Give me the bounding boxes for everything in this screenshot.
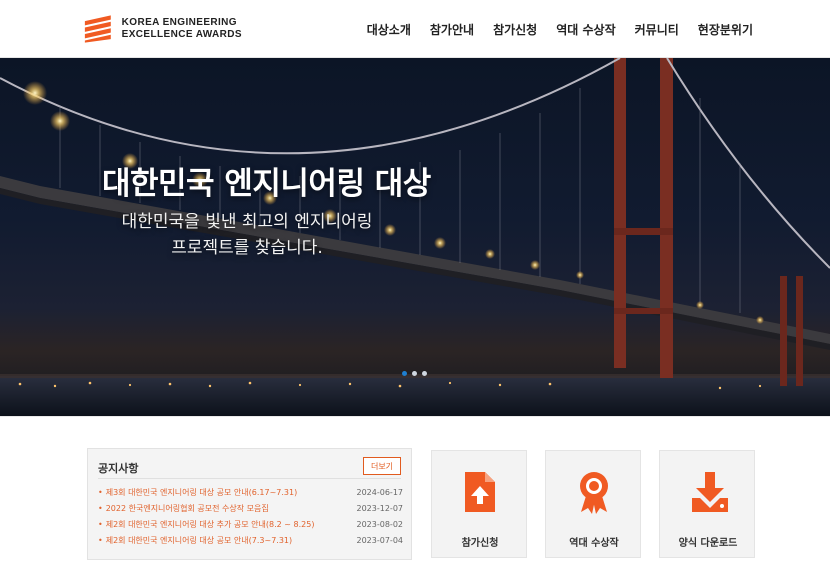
notice-item: 제2회 대한민국 엔지니어링 대상 추가 공모 안내(8.2 ~ 8.25) 2…	[98, 517, 403, 533]
notice-date: 2023-12-07	[356, 504, 404, 513]
site-logo[interactable]: KOREA ENGINEERING EXCELLENCE AWARDS	[82, 9, 242, 49]
nav-item-gallery[interactable]: 현장분위기	[698, 21, 753, 38]
slider-dot-1[interactable]	[402, 371, 407, 376]
notice-item: 제2회 대한민국 엔지니어링 대상 공모 안내(7.3~7.31) 2023-0…	[98, 533, 403, 549]
quick-link-label: 역대 수상작	[569, 538, 619, 549]
file-upload-icon	[465, 472, 495, 512]
notice-divider	[98, 478, 401, 479]
quick-link-download[interactable]: 양식 다운로드	[659, 450, 755, 558]
logo-line-2: EXCELLENCE AWARDS	[121, 29, 242, 40]
notice-link[interactable]: 제3회 대한민국 엔지니어링 대상 공모 안내(6.17~7.31)	[98, 485, 298, 501]
quick-link-label: 양식 다운로드	[678, 538, 738, 549]
notice-item: 2022 한국엔지니어링협회 공모전 수상작 모음집 2023-12-07	[98, 501, 403, 517]
hero-subtitle-line-2: 프로젝트를 찾습니다.	[171, 238, 323, 258]
nav-item-guide[interactable]: 참가안내	[430, 21, 474, 38]
notice-item: 제3회 대한민국 엔지니어링 대상 공모 안내(6.17~7.31) 2024-…	[98, 485, 403, 501]
site-header: KOREA ENGINEERING EXCELLENCE AWARDS 대상소개…	[0, 0, 830, 58]
notice-date: 2024-06-17	[356, 488, 404, 497]
hero-subtitle-line-1: 대한민국을 빛낸 최고의 엔지니어링	[121, 212, 373, 232]
slider-dots	[402, 371, 427, 376]
more-button[interactable]: 더보기	[363, 457, 401, 475]
hero-title: 대한민국 엔지니어링 대상	[102, 166, 431, 202]
nav-item-community[interactable]: 커뮤니티	[635, 21, 679, 38]
main-nav: 대상소개 참가안내 참가신청 역대 수상작 커뮤니티 현장분위기	[367, 0, 753, 58]
quick-link-winners[interactable]: 역대 수상작	[545, 450, 641, 558]
notice-link[interactable]: 2022 한국엔지니어링협회 공모전 수상작 모음집	[98, 501, 269, 517]
hero-banner[interactable]: 대한민국 엔지니어링 대상 대한민국을 빛낸 최고의 엔지니어링 프로젝트를 찾…	[0, 58, 830, 416]
nav-item-winners[interactable]: 역대 수상작	[556, 21, 615, 38]
notice-date: 2023-07-04	[356, 536, 404, 545]
quick-link-apply[interactable]: 참가신청	[431, 450, 527, 558]
logo-text: KOREA ENGINEERING EXCELLENCE AWARDS	[122, 17, 242, 41]
award-badge-icon	[580, 472, 608, 514]
notice-link[interactable]: 제2회 대한민국 엔지니어링 대상 추가 공모 안내(8.2 ~ 8.25)	[98, 517, 315, 533]
notice-board: 공지사항 더보기 제3회 대한민국 엔지니어링 대상 공모 안내(6.17~7.…	[87, 448, 412, 560]
slider-dot-3[interactable]	[422, 371, 427, 376]
notice-list: 제3회 대한민국 엔지니어링 대상 공모 안내(6.17~7.31) 2024-…	[98, 485, 403, 549]
bottom-section: 공지사항 더보기 제3회 대한민국 엔지니어링 대상 공모 안내(6.17~7.…	[0, 416, 830, 564]
logo-mark-icon	[84, 15, 111, 43]
quick-link-label: 참가신청	[461, 538, 499, 549]
hero-subtitle: 대한민국을 빛낸 최고의 엔지니어링 프로젝트를 찾습니다.	[102, 209, 392, 261]
download-icon	[692, 472, 728, 512]
logo-line-1: KOREA ENGINEERING	[121, 17, 237, 28]
slider-dot-2[interactable]	[412, 371, 417, 376]
notice-date: 2023-08-02	[356, 520, 404, 529]
nav-item-about[interactable]: 대상소개	[367, 21, 411, 38]
nav-item-apply[interactable]: 참가신청	[493, 21, 537, 38]
notice-link[interactable]: 제2회 대한민국 엔지니어링 대상 공모 안내(7.3~7.31)	[98, 533, 292, 549]
notice-title: 공지사항	[98, 462, 139, 475]
